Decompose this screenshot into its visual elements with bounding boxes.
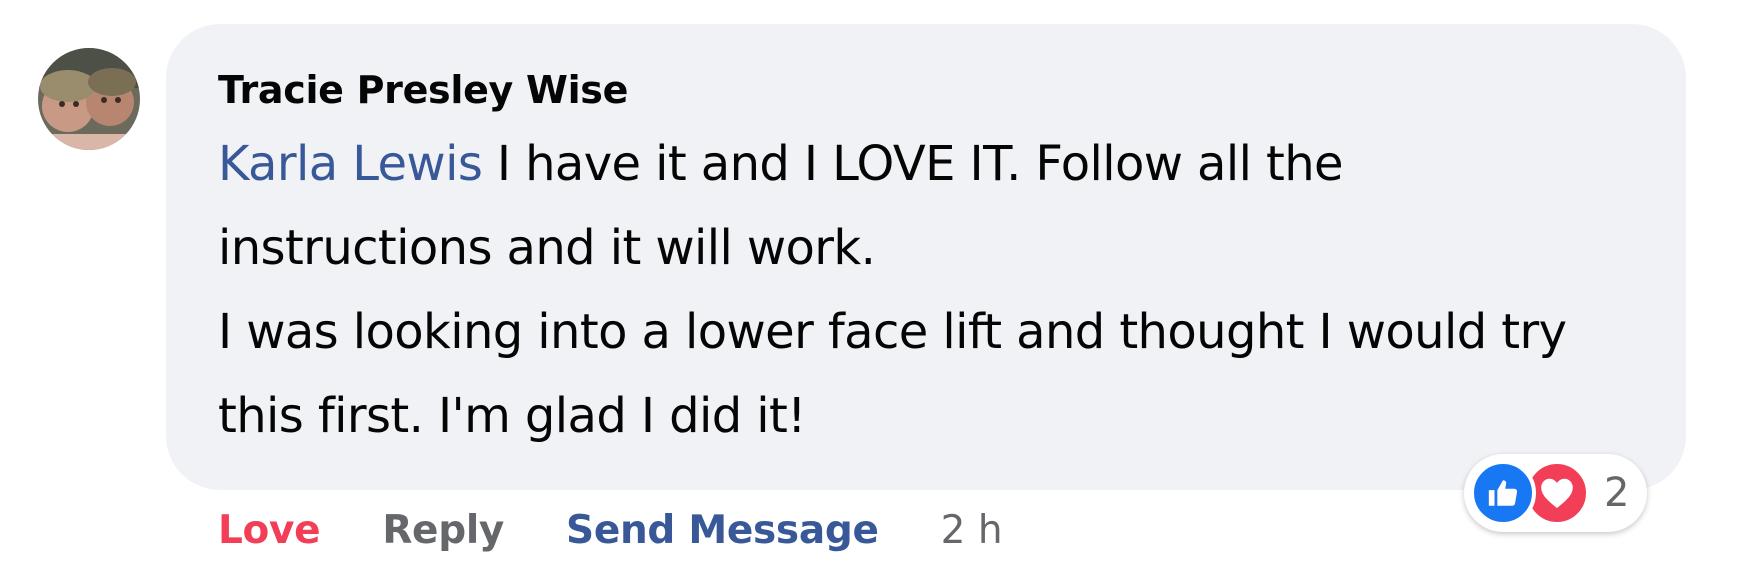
avatar[interactable] xyxy=(38,48,140,150)
reaction-summary[interactable]: 2 xyxy=(1464,454,1648,532)
comment-body-line2: I was looking into a lower face lift and… xyxy=(218,304,1567,444)
comment-author[interactable]: Tracie Presley Wise xyxy=(218,64,1626,116)
comment-actions: Love Reply Send Message 2 h xyxy=(218,505,1003,555)
comment-timestamp[interactable]: 2 h xyxy=(941,508,1003,553)
send-message-button[interactable]: Send Message xyxy=(566,508,879,553)
avatar-photo xyxy=(38,48,140,150)
comment-bubble: Tracie Presley Wise Karla Lewis I have i… xyxy=(166,24,1686,490)
comment-container: Tracie Presley Wise Karla Lewis I have i… xyxy=(0,0,1757,578)
reply-button[interactable]: Reply xyxy=(382,508,504,553)
love-button[interactable]: Love xyxy=(218,508,321,553)
mention-link[interactable]: Karla Lewis xyxy=(218,136,483,192)
comment-text: Karla Lewis I have it and I LOVE IT. Fol… xyxy=(218,122,1608,458)
reaction-count: 2 xyxy=(1604,470,1630,516)
like-icon xyxy=(1470,460,1536,526)
